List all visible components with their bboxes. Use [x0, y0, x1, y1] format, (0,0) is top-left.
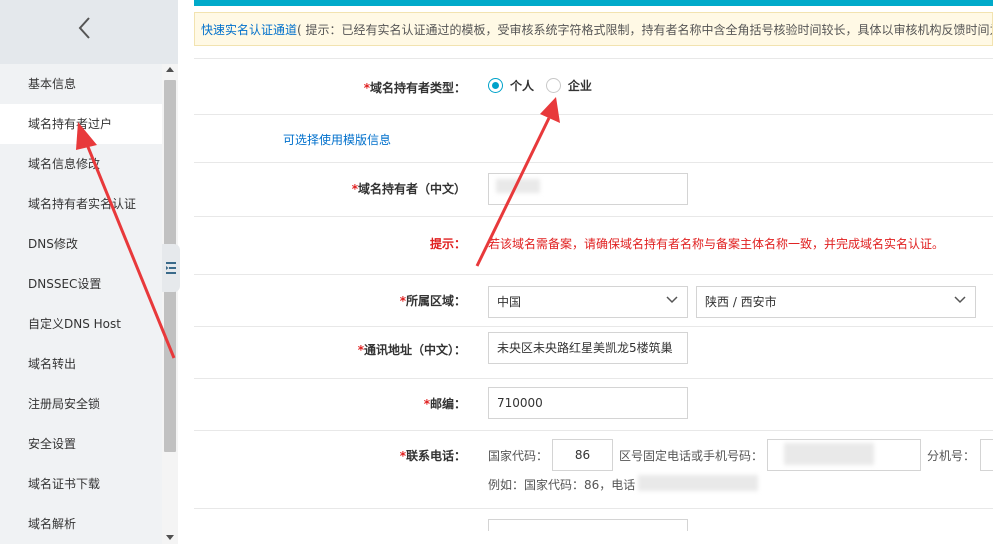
- holder-type-radio-group: 个人 企业: [488, 77, 600, 96]
- radio-enterprise[interactable]: 企业: [545, 77, 592, 94]
- scroll-down-icon[interactable]: [166, 535, 174, 540]
- sidebar-item-custom-dns-host[interactable]: 自定义DNS Host: [0, 304, 162, 344]
- address-input[interactable]: 未央区未央路红星美凯龙5楼筑巢: [488, 332, 688, 364]
- redacted-example: [638, 475, 758, 491]
- sidebar-scrollbar[interactable]: [162, 64, 178, 544]
- notice-text: ( 提示：已经有实名认证通过的模板，受审核系统字符格式限制，持有者名称中含全角括…: [297, 23, 993, 37]
- extension-input[interactable]: [980, 439, 993, 471]
- sidebar-collapse-handle[interactable]: [162, 244, 180, 292]
- redacted-name: [496, 179, 540, 193]
- region-label: *所属区域：: [399, 294, 466, 308]
- sidebar-item-dns-modify[interactable]: DNS修改: [0, 224, 162, 264]
- row-region: *所属区域： 中国 陕西 / 西安市: [194, 275, 993, 327]
- tip-text: 若该域名需备案，请确保域名持有者名称与备案主体名称一致，并完成域名实名认证。: [488, 237, 945, 251]
- sidebar-item-dns-resolve[interactable]: 域名解析: [0, 504, 162, 544]
- sidebar-item-security-settings[interactable]: 安全设置: [0, 424, 162, 464]
- row-template: 可选择使用模版信息: [194, 115, 993, 163]
- radio-dot-icon: [488, 78, 503, 93]
- postcode-input[interactable]: 710000: [488, 387, 688, 419]
- holder-form: *域名持有者类型： 个人 企业 可选择使用模版信息 *域名持有者（中文） 提示：…: [194, 58, 993, 531]
- scroll-up-icon[interactable]: [166, 67, 174, 72]
- notice-bar: 快速实名认证通道( 提示：已经有实名认证通过的模板，受审核系统字符格式限制，持有…: [194, 12, 993, 46]
- chevron-left-icon: [78, 17, 90, 39]
- row-holder-cn: *域名持有者（中文）: [194, 163, 993, 217]
- sidebar-item-realname-auth[interactable]: 域名持有者实名认证: [0, 184, 162, 224]
- radio-dot-icon: [545, 78, 561, 93]
- row-postcode: *邮编： 710000: [194, 379, 993, 431]
- row-tip: 提示： 若该域名需备案，请确保域名持有者名称与备案主体名称一致，并完成域名实名认…: [194, 217, 993, 275]
- sidebar-item-dnssec[interactable]: DNSSEC设置: [0, 264, 162, 304]
- radio-individual[interactable]: 个人: [488, 77, 534, 94]
- chevron-down-icon: [666, 296, 678, 304]
- chevron-down-icon: [954, 296, 966, 304]
- sidebar-header: [0, 0, 178, 64]
- use-template-link[interactable]: 可选择使用模版信息: [283, 131, 391, 148]
- sidebar-item-basic-info[interactable]: 基本信息: [0, 64, 162, 104]
- address-label: *通讯地址（中文）：: [357, 343, 466, 357]
- row-address: *通讯地址（中文）： 未央区未央路红星美凯龙5楼筑巢: [194, 327, 993, 379]
- progress-strip: [194, 0, 993, 6]
- phone-number-label: 区号固定电话或手机号码：: [619, 449, 764, 463]
- holder-cn-label: *域名持有者（中文）: [351, 182, 466, 196]
- sidebar-item-info-modify[interactable]: 域名信息修改: [0, 144, 162, 184]
- holder-type-label: *域名持有者类型：: [363, 81, 466, 95]
- phone-example: 例如：国家代码：86，电话: [488, 478, 636, 492]
- row-phone: *联系电话： 国家代码： 86 区号固定电话或手机号码： 分机号： 例如：国家代…: [194, 431, 993, 509]
- province-city-select[interactable]: 陕西 / 西安市: [696, 286, 976, 318]
- sidebar-item-certificate-download[interactable]: 域名证书下载: [0, 464, 162, 504]
- page-root: 基本信息 域名持有者过户 域名信息修改 域名持有者实名认证 DNS修改 DNSS…: [0, 0, 993, 553]
- tip-label: 提示：: [429, 237, 466, 251]
- country-code-input[interactable]: 86: [552, 439, 613, 471]
- country-code-label: 国家代码：: [488, 449, 549, 463]
- extension-label: 分机号：: [927, 449, 976, 463]
- sidebar-item-holder-transfer[interactable]: 域名持有者过户: [0, 104, 162, 144]
- country-select[interactable]: 中国: [488, 286, 688, 318]
- main-content: 快速实名认证通道( 提示：已经有实名认证通过的模板，受审核系统字符格式限制，持有…: [180, 0, 993, 553]
- sidebar-menu: 基本信息 域名持有者过户 域名信息修改 域名持有者实名认证 DNS修改 DNSS…: [0, 64, 162, 544]
- collapse-menu-icon: [166, 262, 176, 274]
- back-button[interactable]: [72, 13, 96, 43]
- quick-realname-link[interactable]: 快速实名认证通道: [201, 23, 297, 37]
- postcode-label: *邮编：: [423, 397, 466, 411]
- row-next: [194, 509, 993, 531]
- redacted-phone: [784, 443, 874, 465]
- sidebar-item-registry-lock[interactable]: 注册局安全锁: [0, 384, 162, 424]
- sidebar: 基本信息 域名持有者过户 域名信息修改 域名持有者实名认证 DNS修改 DNSS…: [0, 0, 178, 553]
- row-holder-type: *域名持有者类型： 个人 企业: [194, 59, 993, 115]
- sidebar-item-transfer-out[interactable]: 域名转出: [0, 344, 162, 384]
- phone-label: *联系电话：: [399, 449, 466, 463]
- next-input[interactable]: [488, 519, 688, 531]
